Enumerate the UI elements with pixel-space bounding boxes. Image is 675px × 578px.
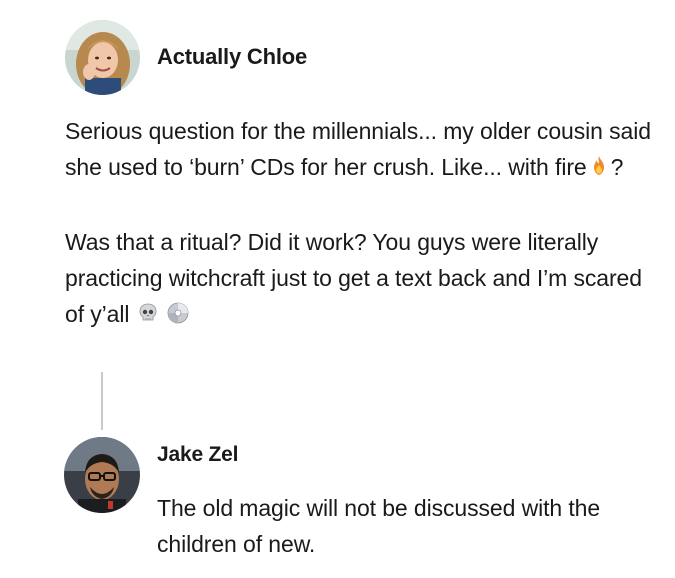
fire-icon xyxy=(587,152,611,188)
social-thread: Actually Chloe Serious question for the … xyxy=(0,0,675,578)
post-body: Serious question for the millennials... … xyxy=(65,113,655,335)
cd-icon xyxy=(166,299,190,335)
reply-author-name[interactable]: Jake Zel xyxy=(157,443,238,467)
thread-connector-line xyxy=(101,372,103,430)
post-paragraph-2: Was that a ritual? Did it work? You guys… xyxy=(65,224,655,335)
post-author-name[interactable]: Actually Chloe xyxy=(157,44,307,70)
skull-icon xyxy=(136,299,160,335)
chloe-avatar[interactable] xyxy=(65,20,140,95)
jake-avatar[interactable] xyxy=(64,437,140,513)
reply-text: The old magic will not be discussed with… xyxy=(157,495,601,557)
post-paragraph-1: Serious question for the millennials... … xyxy=(65,113,655,188)
reply-body: The old magic will not be discussed with… xyxy=(157,490,637,562)
